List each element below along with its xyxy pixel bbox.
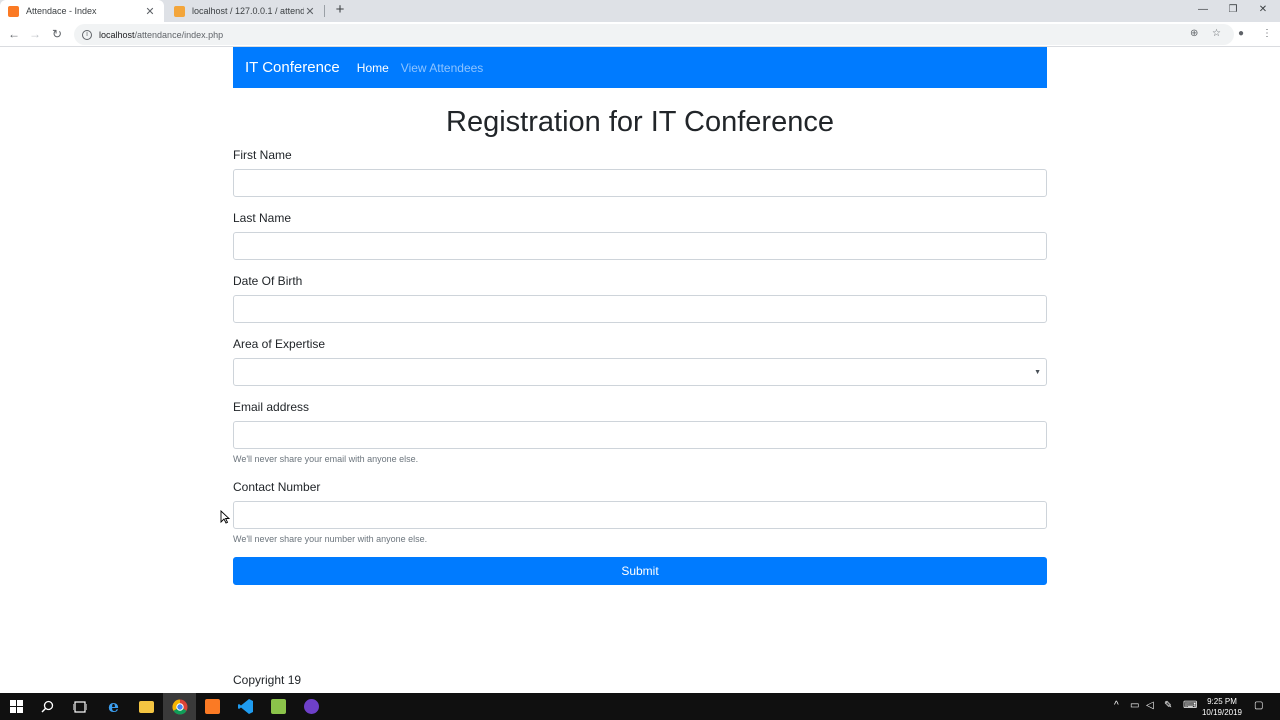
expertise-label: Area of Expertise: [233, 337, 326, 351]
contact-number-field[interactable]: [233, 501, 1047, 529]
contact-number-label: Contact Number: [233, 480, 321, 494]
dob-field[interactable]: [233, 295, 1047, 323]
url-path: /attendance/index.php: [134, 29, 224, 40]
windows-taskbar: e ^ ▭ ◁ ✎ ⌨ ▢: [0, 693, 1280, 720]
clock-date: 10/19/2019: [1201, 708, 1243, 717]
email-help-text: We'll never share your email with anyone…: [233, 454, 419, 464]
email-label: Email address: [233, 400, 310, 414]
chevron-down-icon: ▼: [1034, 369, 1041, 376]
tab-title: Attendace - Index: [26, 6, 97, 16]
phpmyadmin-icon: [174, 5, 185, 17]
task-view-icon[interactable]: [63, 693, 96, 720]
zoom-icon[interactable]: ⊕: [1190, 28, 1198, 39]
windows-start-icon[interactable]: [0, 693, 33, 720]
tab-close-icon[interactable]: ✕: [144, 5, 156, 18]
forward-icon[interactable]: →: [27, 26, 43, 42]
restore-button[interactable]: ❐: [1218, 0, 1248, 20]
tray-overflow-icon[interactable]: ^: [1114, 700, 1119, 711]
last-name-label: Last Name: [233, 211, 292, 225]
new-tab-button[interactable]: +: [332, 2, 348, 18]
page-title: Registration for IT Conference: [446, 106, 834, 138]
dob-label: Date Of Birth: [233, 274, 303, 288]
url-host: localhost: [99, 29, 135, 40]
file-explorer-icon[interactable]: [130, 693, 163, 720]
url-text: localhost/attendance/index.php: [99, 30, 223, 40]
expertise-select[interactable]: ▼: [233, 358, 1047, 386]
clock-time: 9:25 PM: [1207, 697, 1237, 706]
vscode-icon[interactable]: [229, 693, 262, 720]
edge-icon[interactable]: e: [97, 693, 130, 720]
bookmark-star-icon[interactable]: ☆: [1212, 28, 1221, 39]
notepadpp-icon[interactable]: [262, 693, 295, 720]
menu-kebab-icon[interactable]: ⋮: [1262, 28, 1272, 39]
notification-icon[interactable]: ▢: [1254, 700, 1263, 711]
submit-button[interactable]: Submit: [233, 557, 1047, 585]
tab-phpmyadmin[interactable]: localhost / 127.0.0.1 / attendance ✕: [166, 0, 324, 22]
browser-tab-strip: Attendace - Index ✕ localhost / 127.0.0.…: [0, 0, 1280, 22]
close-window-button[interactable]: ✕: [1248, 0, 1278, 20]
tab-divider: [324, 5, 325, 17]
github-desktop-icon[interactable]: [295, 693, 328, 720]
footer-copyright: Copyright 19: [233, 673, 302, 687]
first-name-label: First Name: [233, 148, 292, 162]
xampp-icon[interactable]: [196, 693, 229, 720]
address-bar[interactable]: i localhost/attendance/index.php: [74, 24, 1234, 45]
back-icon[interactable]: ←: [6, 26, 22, 42]
contact-help-text: We'll never share your number with anyon…: [233, 534, 428, 544]
site-info-icon[interactable]: i: [82, 29, 92, 40]
first-name-field[interactable]: [233, 169, 1047, 197]
tab-close-icon[interactable]: ✕: [304, 5, 316, 18]
mouse-cursor-icon: [220, 510, 230, 524]
reload-icon[interactable]: ↻: [49, 26, 65, 42]
tab-title: localhost / 127.0.0.1 / attendance: [192, 6, 304, 16]
chrome-icon[interactable]: [163, 693, 196, 720]
email-field[interactable]: [233, 421, 1047, 449]
pen-icon[interactable]: ✎: [1164, 700, 1172, 711]
network-icon[interactable]: ▭: [1130, 700, 1139, 711]
nav-link-view-attendees[interactable]: View Attendees: [401, 61, 484, 75]
taskbar-clock[interactable]: 9:25 PM 10/19/2019: [1196, 696, 1248, 718]
nav-link-home[interactable]: Home: [357, 61, 389, 75]
navbar-brand[interactable]: IT Conference: [245, 59, 340, 76]
xampp-icon: [8, 5, 19, 17]
minimize-button[interactable]: —: [1188, 0, 1218, 20]
tab-attendance-index[interactable]: Attendace - Index ✕: [0, 0, 164, 22]
site-navbar: IT Conference Home View Attendees: [233, 47, 1047, 88]
extension-chat-icon[interactable]: ●: [1238, 28, 1244, 39]
search-icon[interactable]: [31, 693, 64, 720]
volume-icon[interactable]: ◁: [1146, 700, 1154, 711]
last-name-field[interactable]: [233, 232, 1047, 260]
browser-toolbar: ← → ↻ i localhost/attendance/index.php ⊕…: [0, 22, 1280, 47]
